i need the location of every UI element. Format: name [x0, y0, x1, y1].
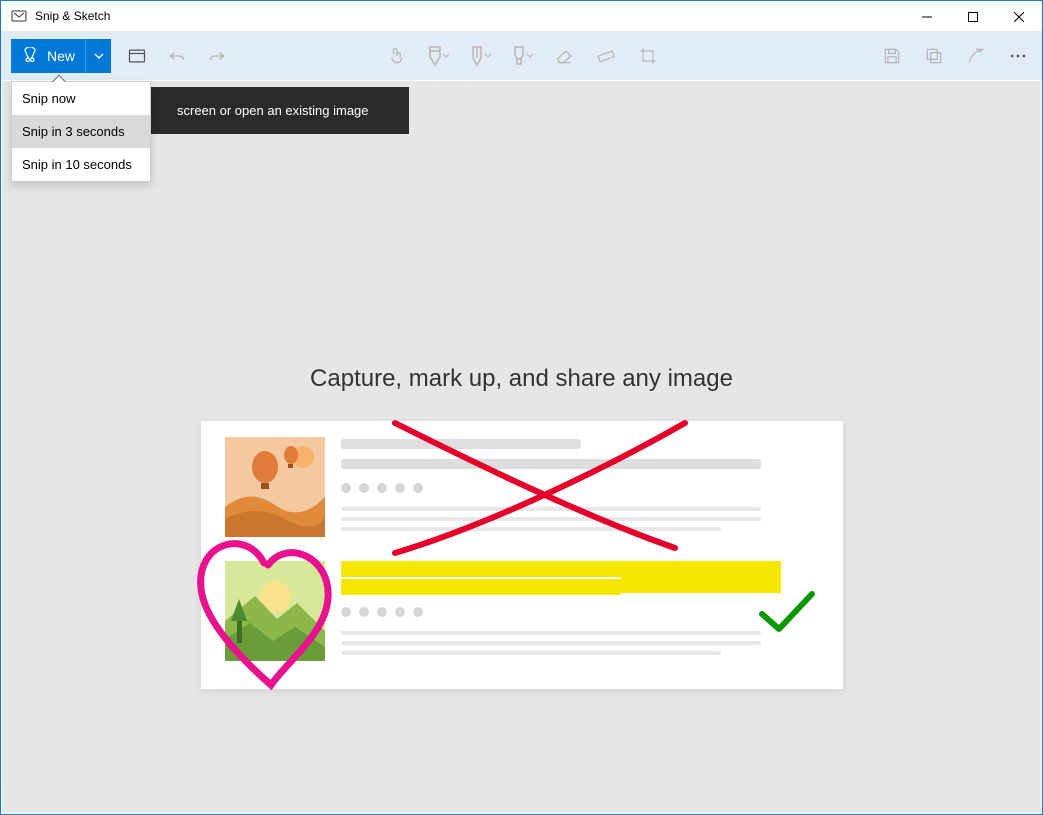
highlight-annotation: [341, 579, 621, 595]
touch-icon: [386, 46, 406, 66]
app-favicon: [11, 8, 27, 24]
pencil-button[interactable]: [460, 36, 500, 76]
ballpoint-pen-button[interactable]: [418, 36, 458, 76]
undo-icon: [167, 46, 187, 66]
check-annotation: [757, 589, 817, 639]
hint-tooltip: screen or open an existing image: [151, 87, 409, 134]
share-icon: [966, 46, 986, 66]
new-snip-dropdown-menu: Snip now Snip in 3 seconds Snip in 10 se…: [11, 81, 151, 182]
save-icon: [882, 46, 902, 66]
toolbar-tools-group: [376, 36, 668, 76]
dropdown-item-snip-10s[interactable]: Snip in 10 seconds: [12, 148, 150, 181]
chevron-down-icon: [484, 52, 492, 60]
touch-writing-button[interactable]: [376, 36, 416, 76]
new-button-label: New: [47, 48, 75, 64]
eraser-button[interactable]: [544, 36, 584, 76]
save-button[interactable]: [872, 36, 912, 76]
minimize-button[interactable]: [904, 1, 950, 32]
maximize-button[interactable]: [950, 1, 996, 32]
highlighter-button[interactable]: [502, 36, 542, 76]
toolbar: New: [1, 32, 1042, 80]
chevron-down-icon: [442, 52, 450, 60]
undo-button[interactable]: [157, 36, 197, 76]
redo-button[interactable]: [197, 36, 237, 76]
copy-button[interactable]: [914, 36, 954, 76]
share-button[interactable]: [956, 36, 996, 76]
ruler-button[interactable]: [586, 36, 626, 76]
copy-icon: [924, 46, 944, 66]
open-file-button[interactable]: [117, 36, 157, 76]
illustration-thumb-landscape: [225, 561, 325, 661]
tooltip-text: screen or open an existing image: [177, 103, 369, 118]
folder-open-icon: [127, 46, 147, 66]
dropdown-item-snip-3s[interactable]: Snip in 3 seconds: [12, 115, 150, 148]
crop-icon: [638, 46, 658, 66]
eraser-icon: [554, 46, 574, 66]
titlebar: Snip & Sketch: [1, 1, 1042, 32]
chevron-down-icon: [526, 52, 534, 60]
scissors-icon: [21, 47, 39, 65]
new-snip-button[interactable]: New: [11, 39, 85, 73]
ruler-icon: [596, 46, 616, 66]
ellipsis-icon: [1008, 46, 1028, 66]
window-title: Snip & Sketch: [35, 9, 110, 23]
new-snip-split-button[interactable]: New: [11, 39, 111, 73]
window-controls: [904, 1, 1042, 32]
toolbar-right-group: [872, 36, 1038, 76]
illustration-thumb-balloons: [225, 437, 325, 537]
empty-state-heading: Capture, mark up, and share any image: [2, 365, 1041, 393]
chevron-down-icon: [94, 51, 104, 61]
more-button[interactable]: [998, 36, 1038, 76]
crop-button[interactable]: [628, 36, 668, 76]
dropdown-item-snip-now[interactable]: Snip now: [12, 82, 150, 115]
empty-state-illustration: [201, 421, 843, 689]
app-window: Snip & Sketch New: [0, 0, 1043, 815]
close-button[interactable]: [996, 1, 1042, 32]
highlight-annotation: [621, 573, 781, 593]
canvas-area: Capture, mark up, and share any image: [2, 81, 1041, 813]
redo-icon: [207, 46, 227, 66]
new-snip-dropdown-button[interactable]: [85, 39, 111, 73]
